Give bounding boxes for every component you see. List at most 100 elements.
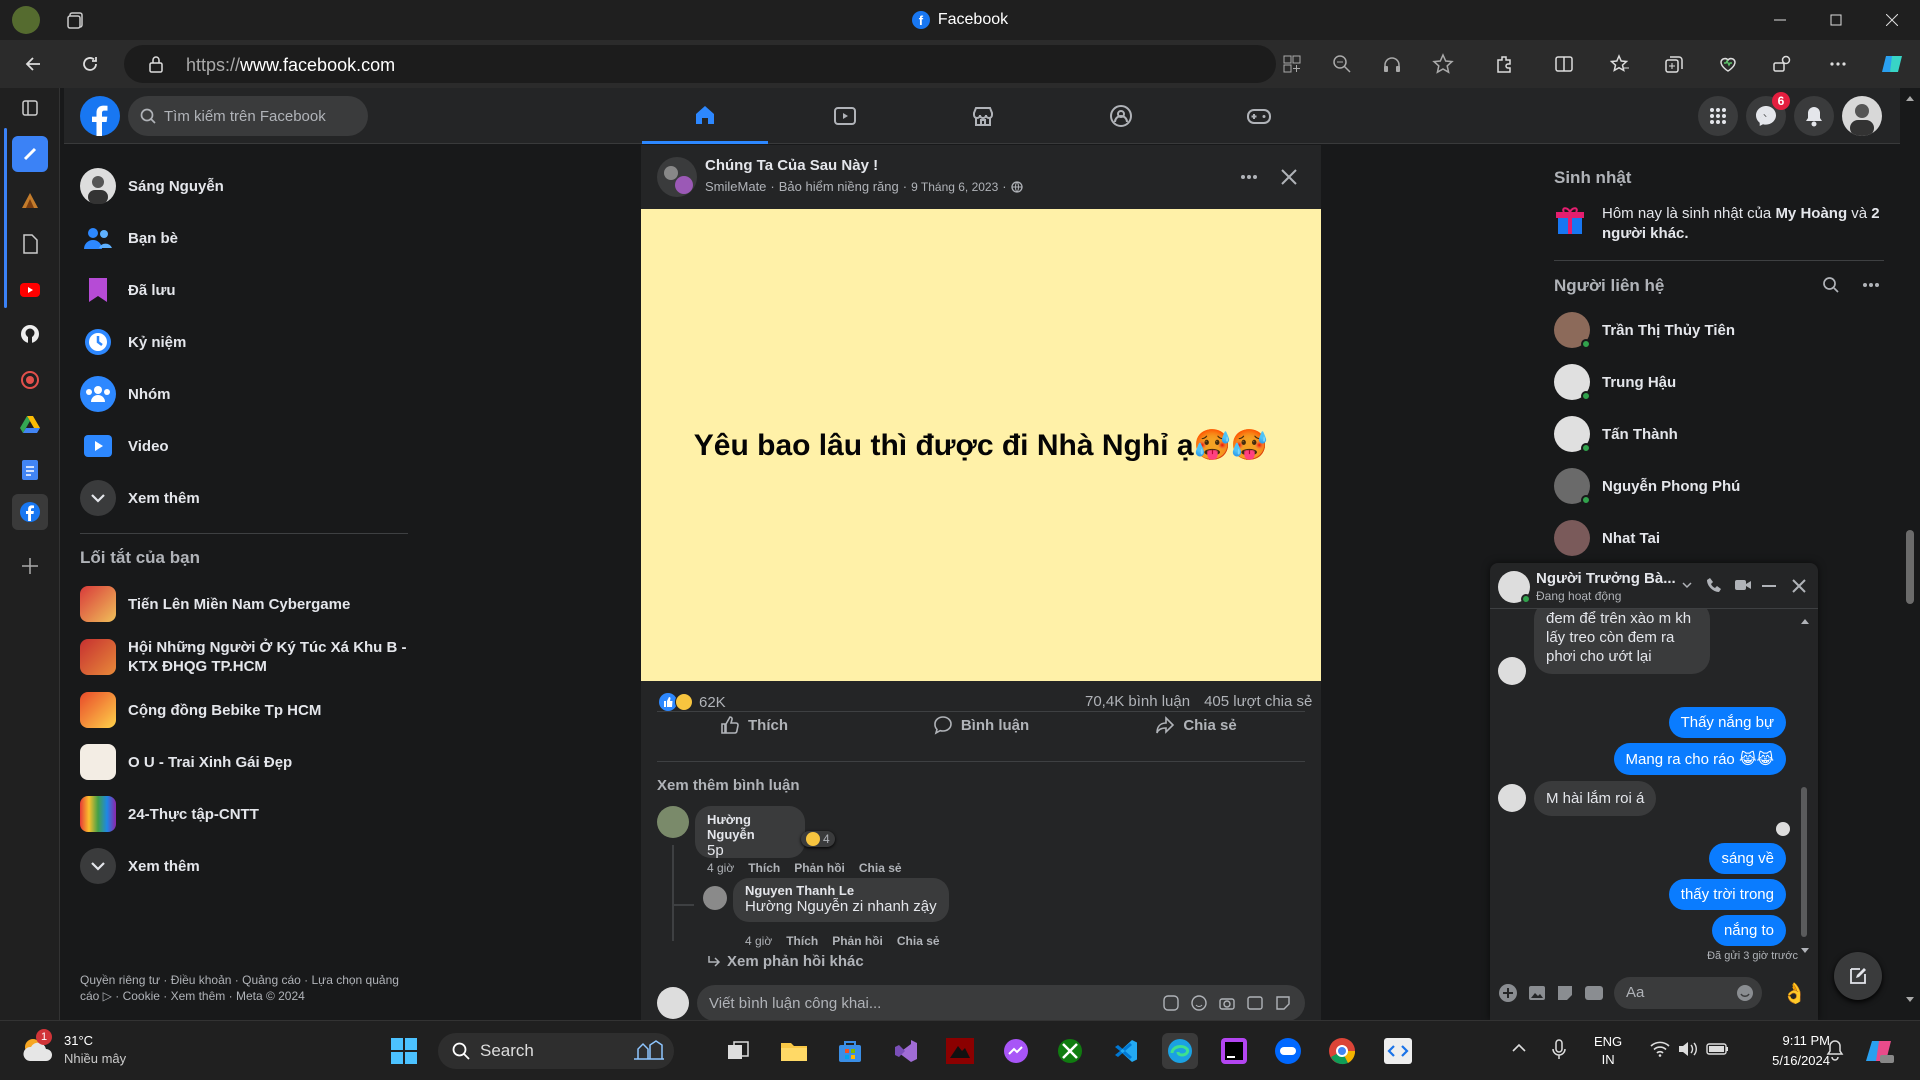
left-menu-see-more[interactable]: Xem thêm xyxy=(80,474,410,522)
favorites-icon[interactable] xyxy=(1604,48,1636,80)
scroll-down-icon[interactable] xyxy=(1800,947,1810,955)
left-menu-item-memories[interactable]: Kỷ niệm xyxy=(80,318,410,366)
shortcut-item[interactable]: Hội Những Người Ở Ký Túc Xá Khu B - KTX … xyxy=(80,632,410,682)
close-window-button[interactable] xyxy=(1864,0,1920,40)
notification-bell-icon[interactable] xyxy=(1826,1039,1844,1061)
read-aloud-icon[interactable] xyxy=(1382,54,1402,74)
new-message-button[interactable] xyxy=(1834,952,1882,1000)
quick-reaction-icon[interactable]: 👌 xyxy=(1782,981,1807,1006)
vscode-icon[interactable] xyxy=(1108,1033,1144,1069)
comment-time[interactable]: 4 giờ xyxy=(707,861,734,875)
shortcut-item[interactable]: O U - Trai Xinh Gái Đẹp xyxy=(80,738,410,786)
comment-author[interactable]: Nguyen Thanh Le xyxy=(745,883,937,898)
more-replies-link[interactable]: Xem phản hồi khác xyxy=(707,953,864,970)
post-close-icon[interactable] xyxy=(1275,163,1303,191)
browser-essentials-icon[interactable] xyxy=(1712,48,1744,80)
sticker-icon[interactable] xyxy=(1556,984,1574,1002)
comment-share-button[interactable]: Chia sẻ xyxy=(897,934,940,948)
clock[interactable]: 9:11 PM 5/16/2024 xyxy=(1750,1031,1830,1071)
sticker-icon[interactable] xyxy=(1275,995,1291,1011)
contacts-more-icon[interactable] xyxy=(1862,282,1880,288)
shortcuts-see-more[interactable]: Xem thêm xyxy=(80,842,410,890)
post-image[interactable]: Yêu bao lâu thì được đi Nhà Nghỉ ạ🥵🥵 xyxy=(641,209,1321,681)
refresh-button[interactable] xyxy=(74,48,106,80)
footer-links[interactable]: Quyền riêng tư · Điều khoản · Quảng cáo … xyxy=(80,972,400,1004)
volume-icon[interactable] xyxy=(1678,1041,1698,1057)
post-more-options-icon[interactable] xyxy=(1235,163,1263,191)
minimize-chat-icon[interactable] xyxy=(1762,585,1776,587)
gif-icon[interactable] xyxy=(1584,984,1604,1002)
comment-author[interactable]: Hường Nguyễn xyxy=(707,812,793,842)
comment-button[interactable]: Bình luận xyxy=(886,705,1076,745)
contact-item[interactable]: Tấn Thành xyxy=(1554,410,1884,458)
sidebar-app-record-icon[interactable] xyxy=(12,362,48,398)
left-menu-item-video[interactable]: Video xyxy=(80,422,410,470)
visual-studio-icon[interactable] xyxy=(888,1033,924,1069)
microsoft-store-icon[interactable] xyxy=(832,1033,868,1069)
chat-name[interactable]: Người Trưởng Bà... xyxy=(1536,570,1676,587)
facebook-logo-icon[interactable] xyxy=(80,96,120,136)
account-avatar[interactable] xyxy=(1842,96,1882,136)
copilot-taskbar-icon[interactable] xyxy=(1864,1035,1894,1065)
chat-scroll-thumb[interactable] xyxy=(1801,787,1807,937)
image-icon[interactable] xyxy=(1528,984,1546,1002)
plus-circle-icon[interactable] xyxy=(1498,983,1518,1003)
contacts-search-icon[interactable] xyxy=(1822,276,1840,294)
shortcut-item[interactable]: Tiến Lên Miền Nam Cybergame xyxy=(80,580,410,628)
comment-like-button[interactable]: Thích xyxy=(748,861,780,875)
github-icon[interactable] xyxy=(12,316,48,352)
sidebar-document-icon[interactable] xyxy=(12,226,48,262)
microphone-icon[interactable] xyxy=(1552,1039,1566,1061)
scroll-up-icon[interactable] xyxy=(1905,94,1915,102)
taskbar-search[interactable]: Search xyxy=(438,1033,674,1069)
app-available-icon[interactable] xyxy=(1282,54,1302,74)
menu-button[interactable] xyxy=(1698,96,1738,136)
video-call-icon[interactable] xyxy=(1734,578,1752,592)
gif-icon[interactable] xyxy=(1247,995,1263,1011)
chat-input[interactable]: Aa xyxy=(1614,977,1762,1009)
address-bar[interactable]: https://www.facebook.com xyxy=(124,45,1454,83)
minimize-button[interactable] xyxy=(1752,0,1808,40)
phpstorm-icon[interactable] xyxy=(1216,1033,1252,1069)
task-view-icon[interactable] xyxy=(720,1033,756,1069)
wifi-icon[interactable] xyxy=(1650,1041,1670,1057)
sidebar-facebook-icon[interactable] xyxy=(12,494,48,530)
page-scroll-thumb[interactable] xyxy=(1906,530,1914,604)
post-author[interactable]: SmileMate xyxy=(705,179,766,194)
sidebar-app-stanford-icon[interactable] xyxy=(12,182,48,218)
commenter-avatar[interactable] xyxy=(703,886,727,910)
chat-header[interactable]: Người Trưởng Bà... Đang hoạt động xyxy=(1490,563,1818,609)
tab-groups[interactable] xyxy=(1058,88,1184,144)
xbox-icon[interactable] xyxy=(1052,1033,1088,1069)
game-app-icon[interactable] xyxy=(942,1033,978,1069)
comment-like-button[interactable]: Thích xyxy=(786,934,818,948)
edge-browser-icon[interactable] xyxy=(1162,1033,1198,1069)
facebook-search[interactable] xyxy=(128,96,368,136)
post-sponsor[interactable]: Bảo hiểm niềng răng xyxy=(779,179,899,194)
start-button[interactable] xyxy=(386,1033,422,1069)
youtube-icon[interactable] xyxy=(12,272,48,308)
comment-time[interactable]: 4 giờ xyxy=(745,934,772,948)
workspaces-icon[interactable] xyxy=(1766,48,1798,80)
extensions-icon[interactable] xyxy=(1488,48,1520,80)
lock-icon[interactable] xyxy=(148,55,164,73)
chrome-icon[interactable] xyxy=(1324,1033,1360,1069)
tab-home[interactable] xyxy=(642,88,768,144)
comment-reactions[interactable]: 4 xyxy=(801,831,835,847)
share-button[interactable]: Chia sẻ xyxy=(1101,705,1291,745)
emoji-icon[interactable] xyxy=(1736,984,1754,1002)
notifications-button[interactable] xyxy=(1794,96,1834,136)
tab-video[interactable] xyxy=(782,88,908,144)
comment-reply-button[interactable]: Phản hồi xyxy=(832,934,883,948)
comment-composer[interactable]: Viết bình luận công khai... xyxy=(697,985,1305,1021)
show-hidden-icons[interactable] xyxy=(1512,1043,1526,1053)
contact-item[interactable]: Nguyễn Phong Phú xyxy=(1554,462,1884,510)
left-menu-item-saved[interactable]: Đã lưu xyxy=(80,266,410,314)
close-chat-icon[interactable] xyxy=(1792,579,1806,593)
left-menu-item-profile[interactable]: Sáng Nguyễn xyxy=(80,162,410,210)
comment-reply-button[interactable]: Phản hồi xyxy=(794,861,845,875)
tab-gaming[interactable] xyxy=(1196,88,1322,144)
zoom-icon[interactable] xyxy=(1332,54,1352,74)
like-button[interactable]: Thích xyxy=(659,705,849,745)
left-menu-item-friends[interactable]: Bạn bè xyxy=(80,214,410,262)
